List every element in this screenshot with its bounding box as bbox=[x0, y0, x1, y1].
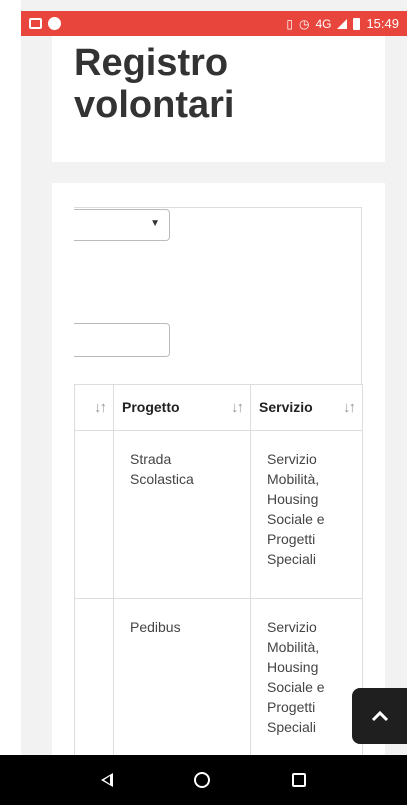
page-title: Registro volontari bbox=[74, 42, 234, 126]
status-bar: ▯ ◷ 4G 15:49 bbox=[21, 11, 407, 36]
signal-icon bbox=[337, 18, 348, 29]
table-cell-hidden bbox=[74, 598, 114, 759]
sort-icon: ↓↑ bbox=[343, 398, 356, 416]
table-cell-progetto: Pedibus bbox=[113, 598, 251, 759]
vibrate-icon: ▯ bbox=[286, 16, 293, 31]
table-row: Strada Scolastica Servizio Mobilità, Hou… bbox=[74, 430, 363, 599]
table-cell-hidden bbox=[74, 430, 114, 599]
scroll-to-top-button[interactable] bbox=[352, 688, 407, 744]
title-card: Registro volontari bbox=[52, 36, 385, 162]
table-header-row: ↓↑ Progetto ↓↑ Servizio ↓↑ bbox=[74, 384, 363, 431]
page-title-line-1: Registro bbox=[74, 42, 229, 84]
battery-icon bbox=[353, 17, 361, 30]
sort-icon: ↓↑ bbox=[94, 398, 107, 416]
screen-edge bbox=[0, 0, 21, 755]
table-cell-progetto: Strada Scolastica bbox=[113, 430, 251, 599]
column-header-label: Servizio bbox=[259, 399, 313, 415]
table-cell-servizio: Servizio Mobilità, Housing Sociale e Pro… bbox=[250, 430, 363, 599]
table-cell-servizio: Servizio Mobilità, Housing Sociale e Pro… bbox=[250, 598, 363, 759]
home-icon[interactable] bbox=[194, 772, 211, 788]
volunteers-table: ↓↑ Progetto ↓↑ Servizio ↓↑ Strada Scolasti… bbox=[74, 384, 363, 759]
column-header-progetto[interactable]: Progetto ↓↑ bbox=[113, 384, 251, 431]
sort-icon: ↓↑ bbox=[231, 398, 244, 416]
chevron-down-icon: ▼ bbox=[150, 218, 160, 229]
page-title-line-2: volontari bbox=[74, 84, 235, 126]
search-input[interactable] bbox=[74, 323, 170, 357]
chevron-up-icon bbox=[371, 710, 388, 722]
image-notification-icon bbox=[29, 18, 42, 29]
network-type: 4G bbox=[315, 16, 332, 31]
column-header-servizio[interactable]: Servizio ↓↑ bbox=[250, 384, 363, 431]
alarm-notification-icon bbox=[48, 17, 61, 30]
recents-icon[interactable] bbox=[292, 773, 307, 787]
android-nav-bar bbox=[0, 755, 407, 805]
column-header-label: Progetto bbox=[122, 399, 180, 415]
entries-per-page-select[interactable]: ▼ bbox=[74, 209, 170, 241]
alarm-icon: ◷ bbox=[298, 16, 310, 31]
clock: 15:49 bbox=[366, 16, 399, 31]
table-row: Pedibus Servizio Mobilità, Housing Socia… bbox=[74, 598, 363, 759]
column-header-hidden[interactable]: ↓↑ bbox=[74, 384, 114, 431]
back-icon[interactable] bbox=[100, 773, 113, 787]
